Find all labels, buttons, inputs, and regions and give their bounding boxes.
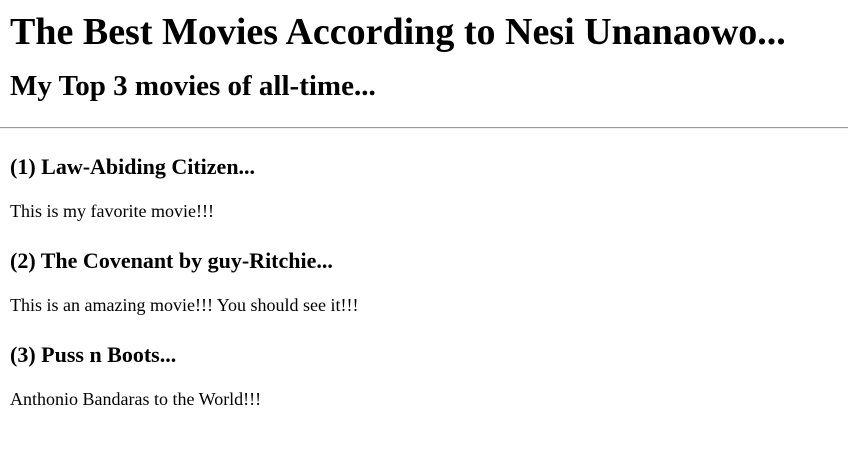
movie-description: This is my favorite movie!!!: [10, 201, 214, 221]
page-title: The Best Movies According to Nesi Unanao…: [10, 11, 786, 53]
divider: [0, 127, 848, 129]
page-subtitle: My Top 3 movies of all-time...: [10, 70, 376, 102]
movie-heading: (2) The Covenant by guy-Ritchie...: [10, 248, 333, 273]
movie-heading: (1) Law-Abiding Citizen...: [10, 154, 256, 179]
movie-entry: (2) The Covenant by guy-Ritchie... This …: [10, 248, 848, 316]
movie-entry: (3) Puss n Boots... Anthonio Bandaras to…: [10, 342, 848, 410]
page: The Best Movies According to Nesi Unanao…: [0, 0, 848, 467]
movie-entry: (1) Law-Abiding Citizen... This is my fa…: [10, 154, 848, 222]
movie-heading: (3) Puss n Boots...: [10, 342, 177, 367]
movie-description: Anthonio Bandaras to the World!!!: [10, 389, 262, 409]
movie-description: This is an amazing movie!!! You should s…: [10, 295, 359, 315]
